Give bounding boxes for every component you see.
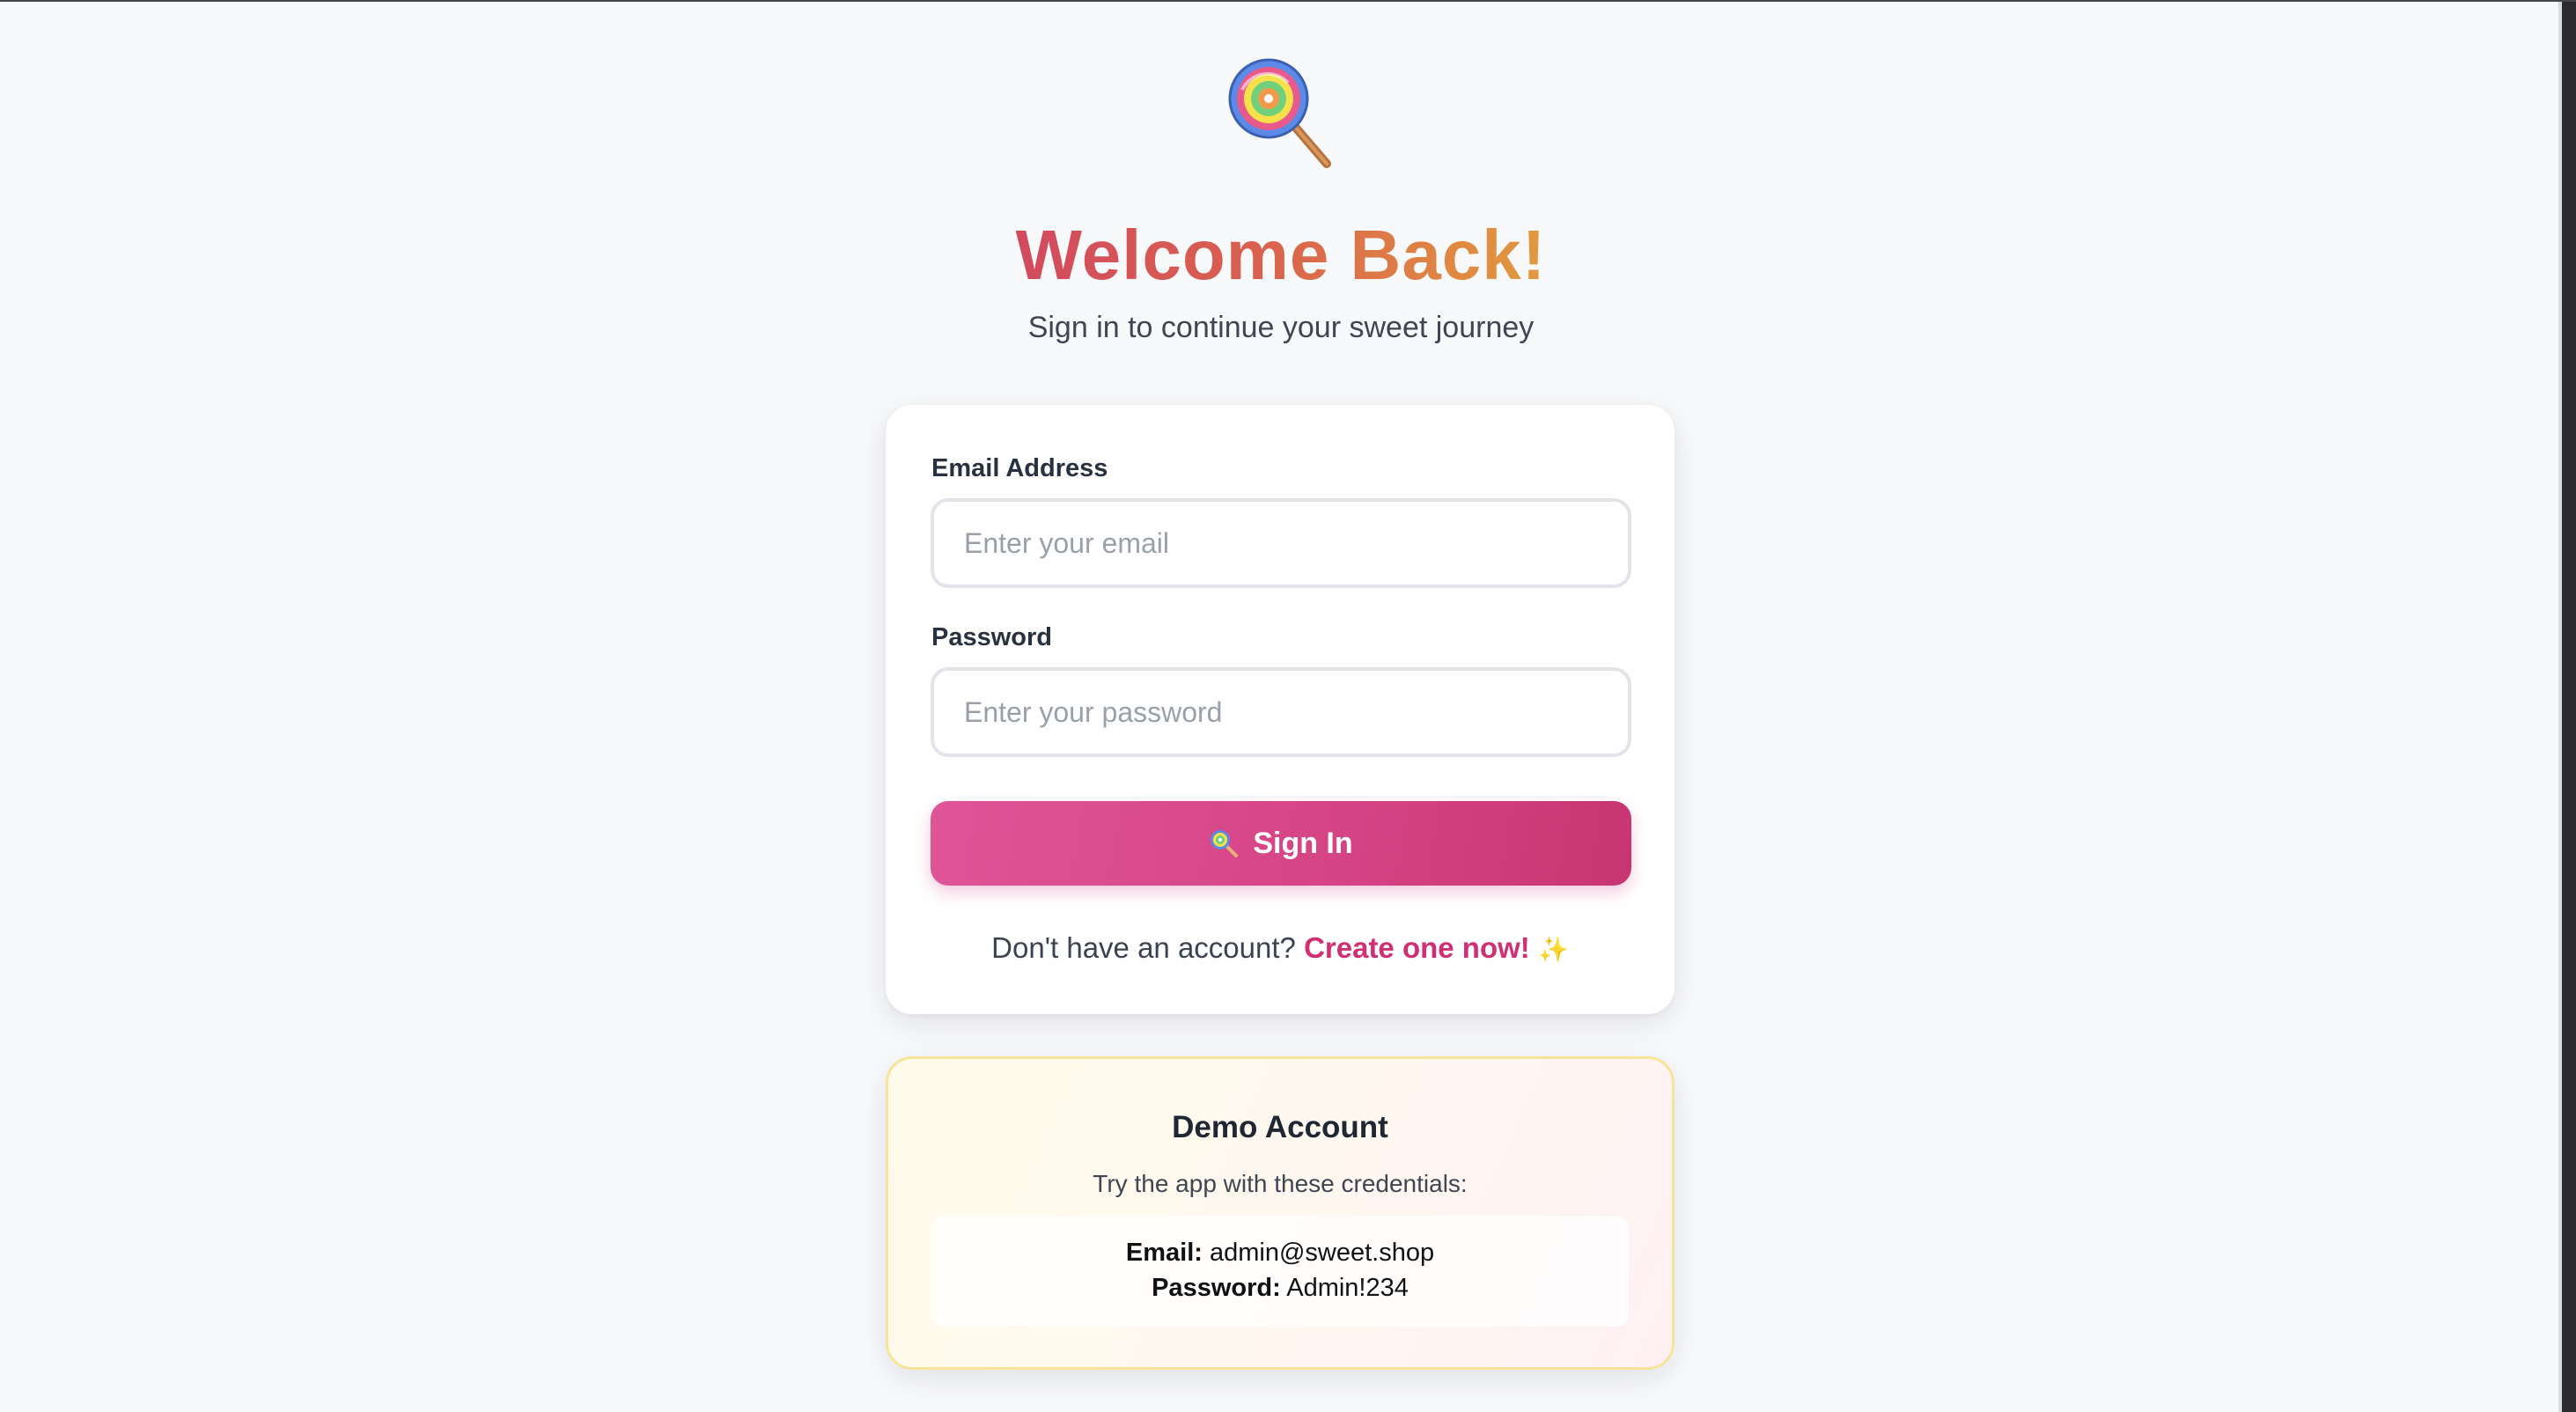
demo-email-row: Email: admin@sweet.shop	[931, 1235, 1629, 1270]
demo-password-value: Admin!234	[1286, 1274, 1409, 1302]
sign-in-label: Sign In	[1253, 826, 1353, 860]
email-field[interactable]	[931, 498, 1631, 588]
login-page: Welcome Back! Sign in to continue your s…	[0, 0, 2576, 1412]
demo-password-row: Password: Admin!234	[931, 1270, 1629, 1305]
demo-email-label: Email:	[1125, 1239, 1203, 1267]
demo-title: Demo Account	[1172, 1110, 1388, 1144]
page-title-text: Welcome Back!	[1015, 216, 1547, 294]
signup-prompt: Don't have an account? Create one now! ✨	[886, 931, 1674, 965]
page-title: Welcome Back!	[0, 211, 2562, 299]
email-label: Email Address	[931, 454, 1108, 482]
lollipop-icon	[1226, 58, 1336, 174]
page-subtitle: Sign in to continue your sweet journey	[1027, 311, 1535, 344]
lollipop-icon	[1209, 828, 1239, 858]
password-label: Password	[931, 623, 1052, 651]
login-card: Email Address Password Sign In Don't hav…	[886, 405, 1674, 1014]
demo-subtitle: Try the app with these credentials:	[1093, 1170, 1468, 1197]
demo-credentials: Email: admin@sweet.shop Password: Admin!…	[931, 1216, 1629, 1327]
demo-email-value: admin@sweet.shop	[1209, 1239, 1435, 1267]
password-field[interactable]	[931, 667, 1631, 757]
sign-in-button[interactable]: Sign In	[931, 801, 1631, 886]
demo-account-card: Demo Account Try the app with these cred…	[886, 1056, 1674, 1370]
window-edge	[2562, 2, 2576, 1412]
demo-password-label: Password:	[1152, 1274, 1281, 1302]
sparkles-icon: ✨	[1537, 936, 1569, 963]
signup-prompt-text: Don't have an account?	[991, 931, 1296, 964]
logo	[0, 56, 2562, 171]
create-account-link[interactable]: Create one now!	[1304, 931, 1530, 964]
